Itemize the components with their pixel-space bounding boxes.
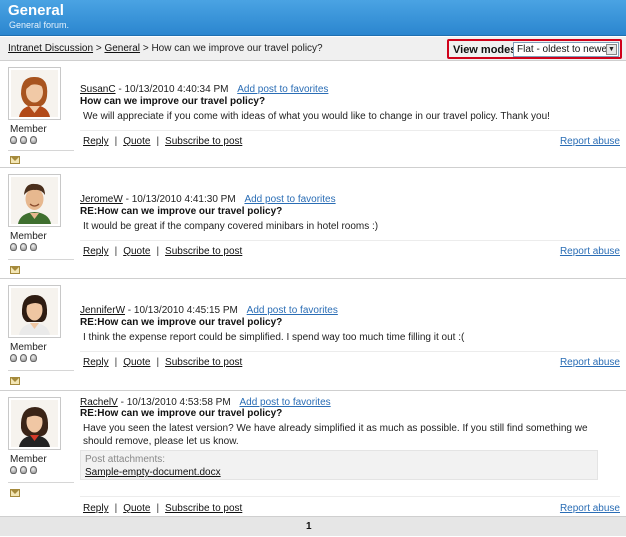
reply-link[interactable]: Reply [83,246,109,257]
view-modes-control: View modes: Flat - oldest to newest ▼ [447,39,622,59]
forum-header: General General forum. [0,0,626,36]
author-role: Member [10,342,47,353]
post-author-link[interactable]: JeromeW [80,194,123,205]
post-meta: JeromeW - 10/13/2010 4:41:30 PM Add post… [80,194,336,205]
divider [80,130,620,131]
breadcrumb: Intranet Discussion > General > How can … [8,43,323,54]
breadcrumb-link-general[interactable]: General [104,43,140,54]
attachment-file-link[interactable]: Sample-empty-document.docx [85,467,221,478]
post-author-link[interactable]: RachelV [80,397,118,408]
envelope-icon [10,377,20,385]
envelope-icon [10,489,20,497]
post-subject: RE:How can we improve our travel policy? [80,317,283,328]
avatar [8,397,61,450]
post-subject: RE:How can we improve our travel policy? [80,408,283,419]
post-actions: Reply | Quote | Subscribe to post [83,503,243,514]
author-role: Member [10,124,47,135]
author-role: Member [10,454,47,465]
post-date: 10/13/2010 4:53:58 PM [126,397,231,408]
forum-post: Member JenniferW - 10/13/2010 4:45:15 PM… [0,280,626,391]
divider [8,482,74,483]
report-abuse-link[interactable]: Report abuse [560,357,620,368]
divider [80,240,620,241]
breadcrumb-link-intranet-discussion[interactable]: Intranet Discussion [8,43,93,54]
rank-icons [10,465,40,477]
post-author-link[interactable]: JenniferW [80,305,125,316]
view-modes-label: View modes: [453,44,521,56]
report-abuse-link[interactable]: Report abuse [560,136,620,147]
avatar-photo-woman-icon [11,400,58,447]
report-abuse-link[interactable]: Report abuse [560,503,620,514]
post-date: 10/13/2010 4:45:15 PM [133,305,238,316]
divider [80,496,620,497]
post-meta: RachelV - 10/13/2010 4:53:58 PM Add post… [80,397,331,408]
author-role: Member [10,231,47,242]
forum-post: Member JeromeW - 10/13/2010 4:41:30 PM A… [0,169,626,279]
post-body: We will appreciate if you come with idea… [83,111,550,122]
breadcrumb-current: How can we improve our travel policy? [151,43,323,54]
post-actions: Reply | Quote | Subscribe to post [83,246,243,257]
chevron-down-icon[interactable]: ▼ [606,44,617,55]
avatar [8,285,61,338]
post-subject: How can we improve our travel policy? [80,96,266,107]
divider [80,351,620,352]
quote-link[interactable]: Quote [123,246,150,257]
attachments-label: Post attachments: [85,454,166,465]
avatar-photo-man-icon [11,177,58,224]
avatar [8,174,61,227]
post-actions: Reply | Quote | Subscribe to post [83,136,243,147]
post-subject: RE:How can we improve our travel policy? [80,206,283,217]
post-body: It would be great if the company covered… [83,221,379,232]
divider [8,370,74,371]
view-modes-select[interactable]: Flat - oldest to newest ▼ [513,42,619,57]
view-modes-selected-value: Flat - oldest to newest [517,44,615,55]
post-date: 10/13/2010 4:40:34 PM [124,84,229,95]
breadcrumb-bar: Intranet Discussion > General > How can … [0,37,626,61]
breadcrumb-separator: > [142,43,149,54]
breadcrumb-separator: > [95,43,102,54]
subscribe-link[interactable]: Subscribe to post [165,503,242,514]
forum-post: Member RachelV - 10/13/2010 4:53:58 PM A… [0,392,626,516]
post-body: I think the expense report could be simp… [83,332,465,343]
divider [8,150,74,151]
quote-link[interactable]: Quote [123,357,150,368]
forum-subtitle: General forum. [9,20,70,30]
post-attachments: Post attachments: Sample-empty-document.… [80,450,598,480]
add-to-favorites-link[interactable]: Add post to favorites [239,397,330,408]
rank-icons [10,135,40,147]
reply-link[interactable]: Reply [83,503,109,514]
reply-link[interactable]: Reply [83,357,109,368]
add-to-favorites-link[interactable]: Add post to favorites [247,305,338,316]
post-body: Have you seen the latest version? We hav… [83,423,588,447]
add-to-favorites-link[interactable]: Add post to favorites [237,84,328,95]
add-to-favorites-link[interactable]: Add post to favorites [244,194,335,205]
rank-icons [10,242,40,254]
divider [8,259,74,260]
forum-post: Member SusanC - 10/13/2010 4:40:34 PM Ad… [0,62,626,168]
quote-link[interactable]: Quote [123,503,150,514]
avatar [8,67,61,120]
subscribe-link[interactable]: Subscribe to post [165,246,242,257]
subscribe-link[interactable]: Subscribe to post [165,136,242,147]
post-actions: Reply | Quote | Subscribe to post [83,357,243,368]
avatar-photo-woman-icon [11,288,58,335]
envelope-icon [10,156,20,164]
pager: 1 [0,516,626,536]
post-author-link[interactable]: SusanC [80,84,116,95]
rank-icons [10,353,40,365]
post-date: 10/13/2010 4:41:30 PM [131,194,236,205]
current-page-number[interactable]: 1 [306,521,312,532]
forum-title: General [8,2,64,19]
subscribe-link[interactable]: Subscribe to post [165,357,242,368]
report-abuse-link[interactable]: Report abuse [560,246,620,257]
reply-link[interactable]: Reply [83,136,109,147]
post-meta: SusanC - 10/13/2010 4:40:34 PM Add post … [80,84,329,95]
envelope-icon [10,266,20,274]
quote-link[interactable]: Quote [123,136,150,147]
post-meta: JenniferW - 10/13/2010 4:45:15 PM Add po… [80,305,338,316]
avatar-photo-woman-icon [11,70,58,117]
